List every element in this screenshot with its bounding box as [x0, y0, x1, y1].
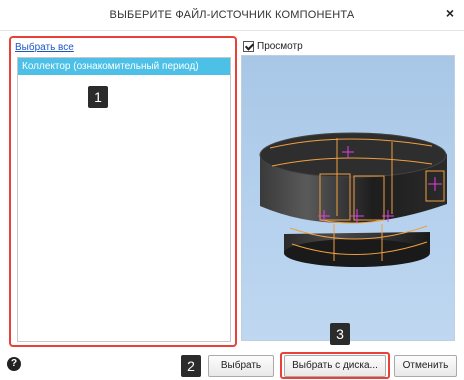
component-list[interactable]: Коллектор (ознакомительный период): [17, 57, 231, 342]
select-button[interactable]: Выбрать: [208, 355, 274, 377]
close-icon[interactable]: ×: [442, 5, 458, 23]
dialog-footer: ? 2 Выбрать Выбрать с диска... Отменить: [0, 350, 464, 380]
model-image: [259, 132, 447, 267]
cancel-button[interactable]: Отменить: [394, 355, 457, 377]
help-icon[interactable]: ?: [7, 357, 21, 371]
annotation-marker-1: 1: [88, 86, 108, 108]
select-all-link[interactable]: Выбрать все: [15, 42, 74, 53]
annotation-marker-2: 2: [181, 355, 201, 377]
dialog-title: ВЫБЕРИТЕ ФАЙЛ-ИСТОЧНИК КОМПОНЕНТА: [109, 9, 355, 21]
component-list-panel: Выбрать все Коллектор (ознакомительный п…: [9, 36, 237, 347]
model-preview[interactable]: [241, 55, 455, 341]
annotation-marker-3: 3: [330, 323, 350, 345]
preview-checkbox-label: Просмотр: [257, 40, 303, 52]
highlight-box: [280, 352, 390, 379]
preview-checkbox[interactable]: [243, 40, 254, 52]
title-bar: ВЫБЕРИТЕ ФАЙЛ-ИСТОЧНИК КОМПОНЕНТА ×: [0, 0, 464, 31]
list-item[interactable]: Коллектор (ознакомительный период): [18, 58, 230, 75]
preview-toggle[interactable]: Просмотр: [243, 38, 303, 54]
